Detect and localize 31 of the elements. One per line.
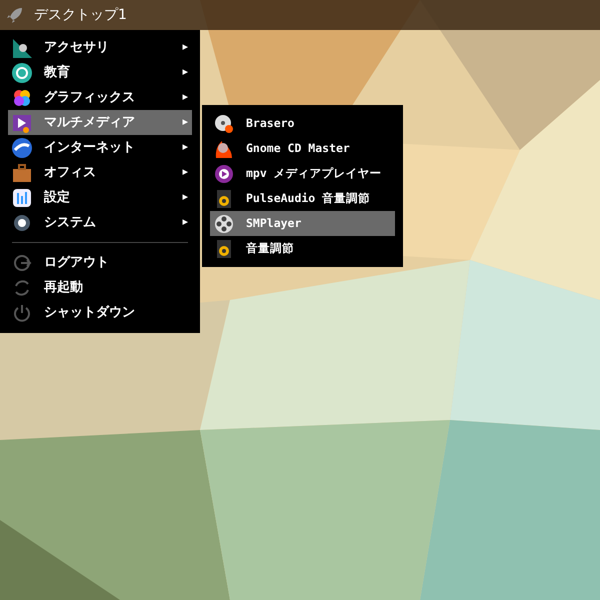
menu-item[interactable]: マルチメディア ▸ [8,110,192,135]
menu-item[interactable]: インターネット ▸ [8,135,192,160]
menu-item[interactable]: アクセサリ ▸ [8,35,192,60]
menu-item[interactable]: 音量調節 [210,236,395,261]
menu-item[interactable]: PulseAudio 音量調節 [210,186,395,211]
briefcase-icon [12,162,32,182]
menu-item[interactable]: ログアウト [8,250,192,275]
desktop-label[interactable]: デスクトップ1 [34,4,127,26]
menu-item[interactable]: Brasero [210,111,395,136]
play-icon [214,164,234,184]
menu-item[interactable]: 教育 ▸ [8,60,192,85]
menu-item[interactable]: mpv メディアプレイヤー [210,161,395,186]
disc-icon [214,114,234,134]
menu-item[interactable]: SMPlayer [210,211,395,236]
menu-item[interactable]: グラフィックス ▸ [8,85,192,110]
globe-icon [12,138,32,158]
film-music-icon [12,112,32,132]
menu-item[interactable]: Gnome CD Master [210,136,395,161]
menu-item[interactable]: 再起動 [8,275,192,300]
speaker-icon [214,188,234,208]
power-icon [12,302,32,322]
menu-item[interactable]: 設定 ▸ [8,185,192,210]
palette-icon [12,88,32,108]
menu-item[interactable]: シャットダウン [8,300,192,325]
menu-item[interactable]: システム ▸ [8,210,192,235]
film-reel-icon [214,214,234,234]
logout-icon [12,252,32,272]
gear-icon [12,212,32,232]
speaker-icon [214,238,234,258]
rocket-icon[interactable] [6,6,24,24]
menu-item[interactable]: オフィス ▸ [8,160,192,185]
